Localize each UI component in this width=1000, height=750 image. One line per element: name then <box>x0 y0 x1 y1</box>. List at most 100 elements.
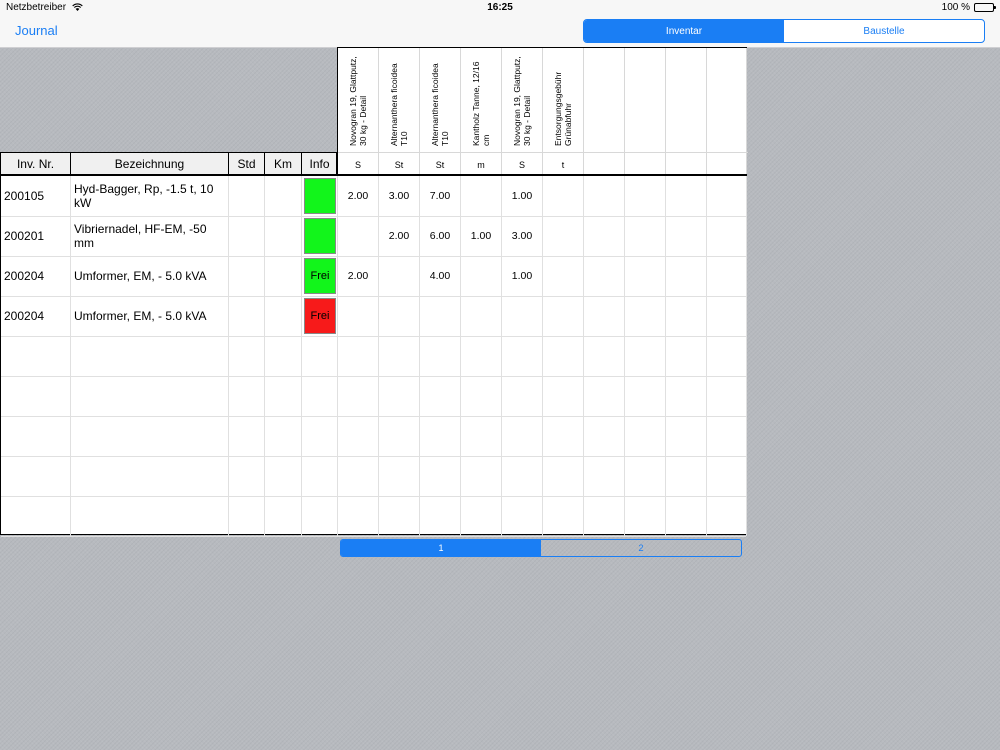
material-quantity-cell[interactable] <box>707 376 747 416</box>
material-quantity-cell[interactable]: 2.00 <box>338 176 379 216</box>
table-row[interactable]: 200204 Umformer, EM, - 5.0 kVA Frei 2.00 4.0… <box>1 256 747 297</box>
header-km[interactable]: Km <box>265 153 302 174</box>
material-quantity-cell[interactable] <box>707 456 747 496</box>
segment-inventar[interactable]: Inventar <box>584 20 784 42</box>
material-quantity-cell[interactable] <box>543 256 584 296</box>
material-quantity-cell[interactable] <box>502 456 543 496</box>
material-quantity-cell[interactable] <box>584 296 625 336</box>
material-quantity-cell[interactable] <box>625 496 666 536</box>
material-quantity-cell[interactable] <box>584 256 625 296</box>
header-info[interactable]: Info <box>302 153 337 174</box>
material-quantity-cell[interactable] <box>584 456 625 496</box>
material-quantity-cell[interactable] <box>461 456 502 496</box>
material-quantity-cell[interactable] <box>379 256 420 296</box>
material-quantity-cell[interactable] <box>707 216 747 256</box>
info-status-button[interactable]: Frei <box>304 298 336 334</box>
header-inv-nr[interactable]: Inv. Nr. <box>1 153 71 174</box>
material-column-header[interactable]: Kantholz Tanne, 12/16 cm <box>461 48 502 152</box>
material-quantity-cell[interactable]: 3.00 <box>379 176 420 216</box>
material-quantity-cell[interactable] <box>625 296 666 336</box>
material-quantity-cell[interactable] <box>379 456 420 496</box>
material-quantity-cell[interactable]: 2.00 <box>338 256 379 296</box>
material-quantity-cell[interactable] <box>420 376 461 416</box>
material-quantity-cell[interactable] <box>625 376 666 416</box>
material-quantity-cell[interactable] <box>666 176 707 216</box>
segment-baustelle[interactable]: Baustelle <box>784 20 984 42</box>
material-quantity-cell[interactable] <box>543 496 584 536</box>
material-quantity-cell[interactable] <box>543 216 584 256</box>
material-quantity-cell[interactable]: 7.00 <box>420 176 461 216</box>
material-quantity-cell[interactable]: 6.00 <box>420 216 461 256</box>
info-status-button[interactable] <box>304 218 336 254</box>
material-quantity-cell[interactable] <box>338 336 379 376</box>
material-quantity-cell[interactable] <box>379 336 420 376</box>
material-quantity-cell[interactable]: 4.00 <box>420 256 461 296</box>
material-quantity-cell[interactable] <box>625 256 666 296</box>
material-quantity-cell[interactable] <box>461 336 502 376</box>
material-quantity-cell[interactable] <box>666 296 707 336</box>
journal-back-button[interactable]: Journal <box>15 23 58 38</box>
material-quantity-cell[interactable] <box>420 336 461 376</box>
material-quantity-cell[interactable] <box>666 336 707 376</box>
material-quantity-cell[interactable] <box>707 296 747 336</box>
material-quantity-cell[interactable] <box>625 416 666 456</box>
table-row[interactable]: 200105 Hyd-Bagger, Rp, -1.5 t, 10 kW 2.00 3… <box>1 176 747 217</box>
material-column-header[interactable]: Entsorgungsgebühr Grünabfuhr <box>543 48 584 152</box>
material-quantity-cell[interactable]: 3.00 <box>502 216 543 256</box>
material-quantity-cell[interactable] <box>461 296 502 336</box>
header-bezeichnung[interactable]: Bezeichnung <box>71 153 229 174</box>
table-row[interactable] <box>1 376 747 417</box>
material-quantity-cell[interactable] <box>420 416 461 456</box>
material-column-header[interactable]: Alternanthera ficoidea T10 <box>420 48 461 152</box>
material-quantity-cell[interactable] <box>502 496 543 536</box>
table-row[interactable] <box>1 456 747 497</box>
material-quantity-cell[interactable] <box>666 416 707 456</box>
material-quantity-cell[interactable] <box>707 416 747 456</box>
material-quantity-cell[interactable]: 1.00 <box>502 256 543 296</box>
material-quantity-cell[interactable] <box>338 496 379 536</box>
material-quantity-cell[interactable] <box>543 296 584 336</box>
material-quantity-cell[interactable] <box>625 176 666 216</box>
material-quantity-cell[interactable] <box>461 176 502 216</box>
material-quantity-cell[interactable] <box>584 336 625 376</box>
table-row[interactable]: 200201 Vibriernadel, HF-EM, -50 mm 2.00 6.0… <box>1 216 747 257</box>
material-quantity-cell[interactable] <box>625 336 666 376</box>
info-status-button[interactable]: Frei <box>304 258 336 294</box>
material-quantity-cell[interactable] <box>666 496 707 536</box>
material-quantity-cell[interactable] <box>543 456 584 496</box>
material-quantity-cell[interactable] <box>502 336 543 376</box>
material-quantity-cell[interactable] <box>584 416 625 456</box>
material-quantity-cell[interactable] <box>379 416 420 456</box>
material-quantity-cell[interactable] <box>707 176 747 216</box>
material-quantity-cell[interactable]: 1.00 <box>502 176 543 216</box>
material-quantity-cell[interactable] <box>379 496 420 536</box>
material-quantity-cell[interactable] <box>461 416 502 456</box>
material-quantity-cell[interactable] <box>502 376 543 416</box>
material-quantity-cell[interactable] <box>379 376 420 416</box>
material-quantity-cell[interactable] <box>625 216 666 256</box>
material-column-header[interactable] <box>584 48 625 152</box>
material-quantity-cell[interactable] <box>543 416 584 456</box>
material-quantity-cell[interactable] <box>461 496 502 536</box>
material-quantity-cell[interactable] <box>584 176 625 216</box>
material-quantity-cell[interactable] <box>338 376 379 416</box>
header-std[interactable]: Std <box>229 153 265 174</box>
material-quantity-cell[interactable] <box>584 216 625 256</box>
material-quantity-cell[interactable] <box>420 456 461 496</box>
material-quantity-cell[interactable] <box>543 336 584 376</box>
material-quantity-cell[interactable] <box>461 376 502 416</box>
material-column-header[interactable] <box>707 48 747 152</box>
material-quantity-cell[interactable] <box>420 496 461 536</box>
material-quantity-cell[interactable] <box>666 256 707 296</box>
material-quantity-cell[interactable] <box>338 456 379 496</box>
material-quantity-cell[interactable] <box>461 256 502 296</box>
material-quantity-cell[interactable] <box>625 456 666 496</box>
material-quantity-cell[interactable] <box>379 296 420 336</box>
material-quantity-cell[interactable] <box>666 376 707 416</box>
material-quantity-cell[interactable] <box>666 216 707 256</box>
material-quantity-cell[interactable] <box>420 296 461 336</box>
material-quantity-cell[interactable] <box>707 336 747 376</box>
page-2-segment[interactable]: 2 <box>541 540 741 556</box>
table-row[interactable] <box>1 496 747 537</box>
material-quantity-cell[interactable] <box>707 256 747 296</box>
